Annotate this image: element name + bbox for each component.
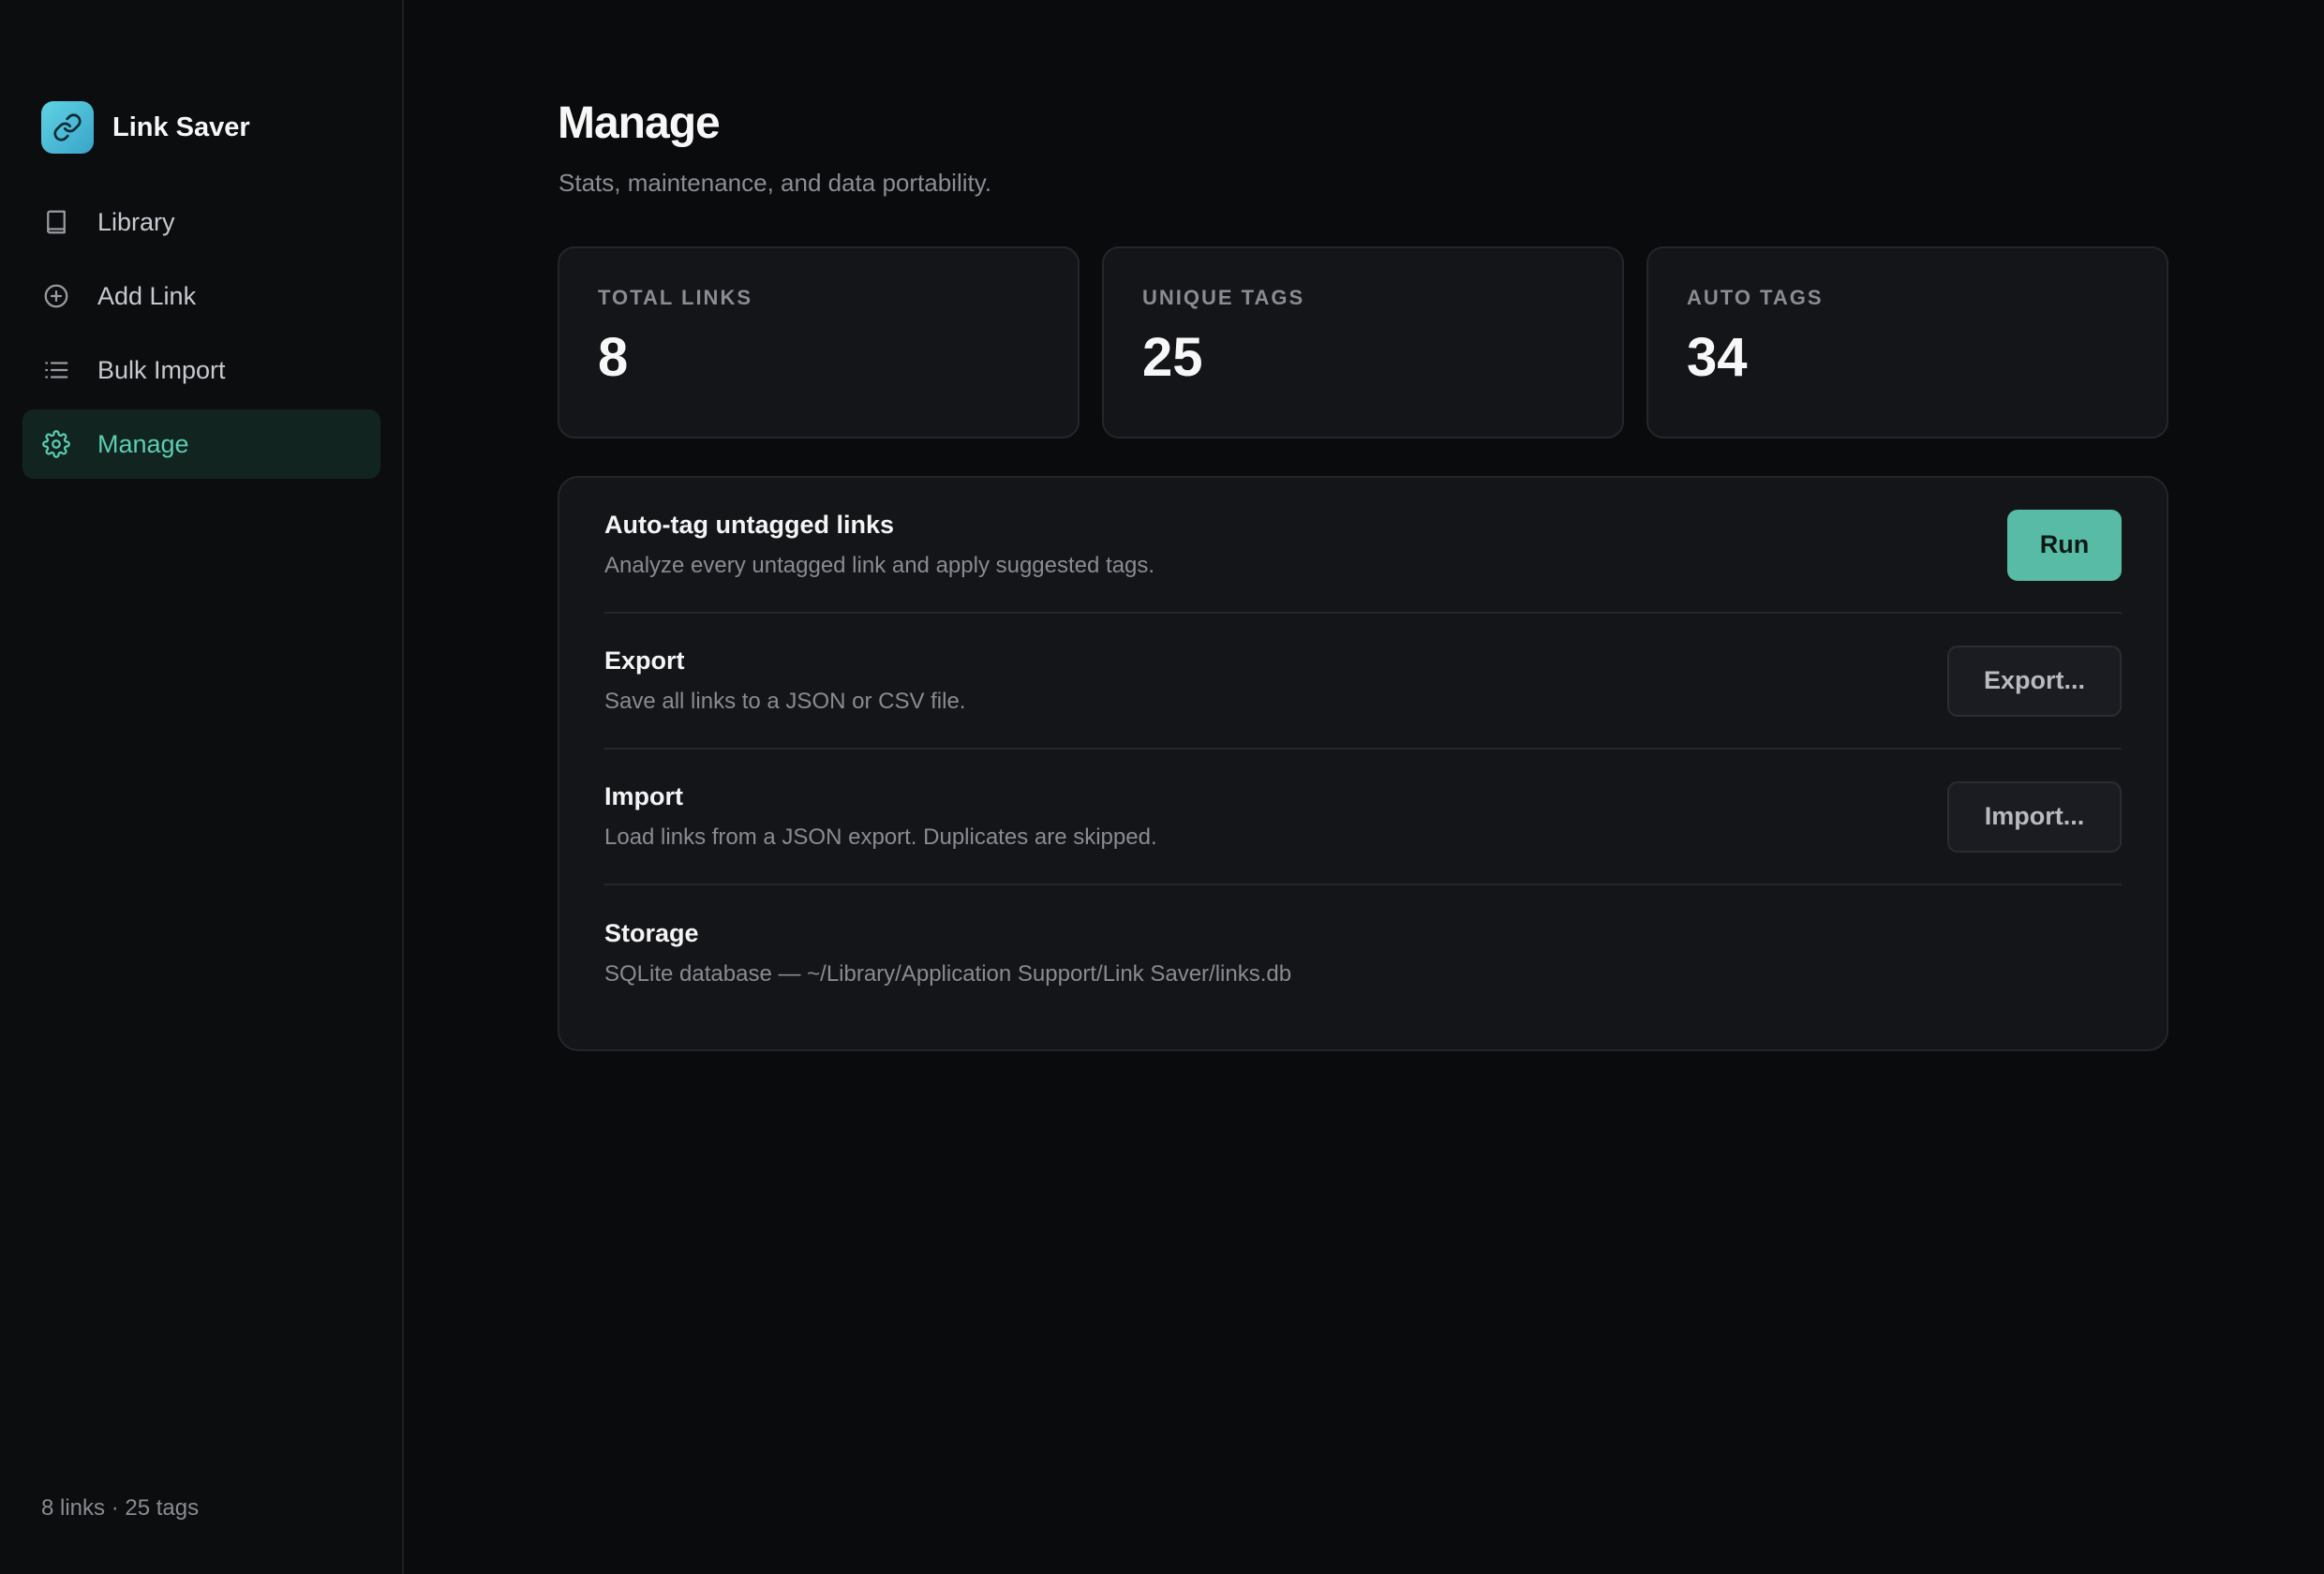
export-row: Export Save all links to a JSON or CSV f… bbox=[604, 614, 2122, 750]
stat-value: 25 bbox=[1142, 327, 1203, 388]
storage-path: SQLite database — ~/Library/Application … bbox=[604, 961, 1292, 987]
sidebar-footer-stats: 8 links · 25 tags bbox=[41, 1495, 200, 1521]
sidebar-item-library[interactable]: Library bbox=[22, 187, 380, 257]
page-subtitle: Stats, maintenance, and data portability… bbox=[559, 169, 992, 197]
sidebar: Link Saver Library Add Link Bulk Import … bbox=[0, 0, 404, 1574]
brand: Link Saver bbox=[41, 101, 250, 154]
page-title: Manage bbox=[558, 98, 721, 148]
actions-panel: Auto-tag untagged links Analyze every un… bbox=[558, 476, 2168, 1051]
run-button[interactable]: Run bbox=[2007, 509, 2122, 581]
storage-title: Storage bbox=[604, 919, 699, 947]
autotag-description: Analyze every untagged link and apply su… bbox=[604, 553, 1155, 578]
sidebar-item-label: Library bbox=[97, 207, 175, 236]
stat-label: TOTAL LINKS bbox=[598, 286, 752, 309]
import-row: Import Load links from a JSON export. Du… bbox=[604, 750, 2122, 885]
sidebar-item-add-link[interactable]: Add Link bbox=[22, 261, 380, 331]
row-text: Import Load links from a JSON export. Du… bbox=[604, 782, 1157, 851]
sidebar-item-manage[interactable]: Manage bbox=[22, 409, 380, 479]
plus-circle-icon bbox=[41, 281, 71, 311]
storage-row: Storage SQLite database — ~/Library/Appl… bbox=[604, 885, 2122, 1021]
gear-icon bbox=[41, 429, 71, 459]
main-content: Manage Stats, maintenance, and data port… bbox=[404, 0, 2324, 1574]
row-text: Export Save all links to a JSON or CSV f… bbox=[604, 646, 965, 715]
sidebar-item-label: Add Link bbox=[97, 281, 197, 310]
autotag-row: Auto-tag untagged links Analyze every un… bbox=[604, 478, 2122, 614]
import-title: Import bbox=[604, 782, 683, 810]
list-icon bbox=[41, 355, 71, 385]
sidebar-item-label: Bulk Import bbox=[97, 355, 226, 384]
export-button[interactable]: Export... bbox=[1947, 645, 2122, 717]
export-title: Export bbox=[604, 646, 685, 675]
row-text: Auto-tag untagged links Analyze every un… bbox=[604, 511, 1155, 579]
stat-label: UNIQUE TAGS bbox=[1142, 286, 1305, 309]
import-description: Load links from a JSON export. Duplicate… bbox=[604, 824, 1157, 850]
stat-label: AUTO TAGS bbox=[1687, 286, 1824, 309]
stat-card-auto-tags: AUTO TAGS 34 bbox=[1646, 246, 2168, 438]
sidebar-nav: Library Add Link Bulk Import Manage bbox=[22, 187, 380, 483]
stat-card-total-links: TOTAL LINKS 8 bbox=[558, 246, 1080, 438]
autotag-title: Auto-tag untagged links bbox=[604, 511, 894, 539]
book-icon bbox=[41, 207, 71, 237]
sidebar-item-label: Manage bbox=[97, 429, 189, 458]
import-button[interactable]: Import... bbox=[1947, 780, 2122, 853]
link-icon bbox=[41, 101, 94, 154]
row-text: Storage SQLite database — ~/Library/Appl… bbox=[604, 919, 1291, 987]
stats-row: TOTAL LINKS 8 UNIQUE TAGS 25 AUTO TAGS 3… bbox=[558, 246, 2168, 438]
stat-card-unique-tags: UNIQUE TAGS 25 bbox=[1102, 246, 1624, 438]
app-name: Link Saver bbox=[112, 111, 250, 142]
export-description: Save all links to a JSON or CSV file. bbox=[604, 689, 966, 714]
stat-value: 34 bbox=[1687, 327, 1748, 388]
stat-value: 8 bbox=[598, 327, 629, 388]
sidebar-item-bulk-import[interactable]: Bulk Import bbox=[22, 335, 380, 405]
app-window: Link Saver Library Add Link Bulk Import … bbox=[0, 0, 2324, 1574]
